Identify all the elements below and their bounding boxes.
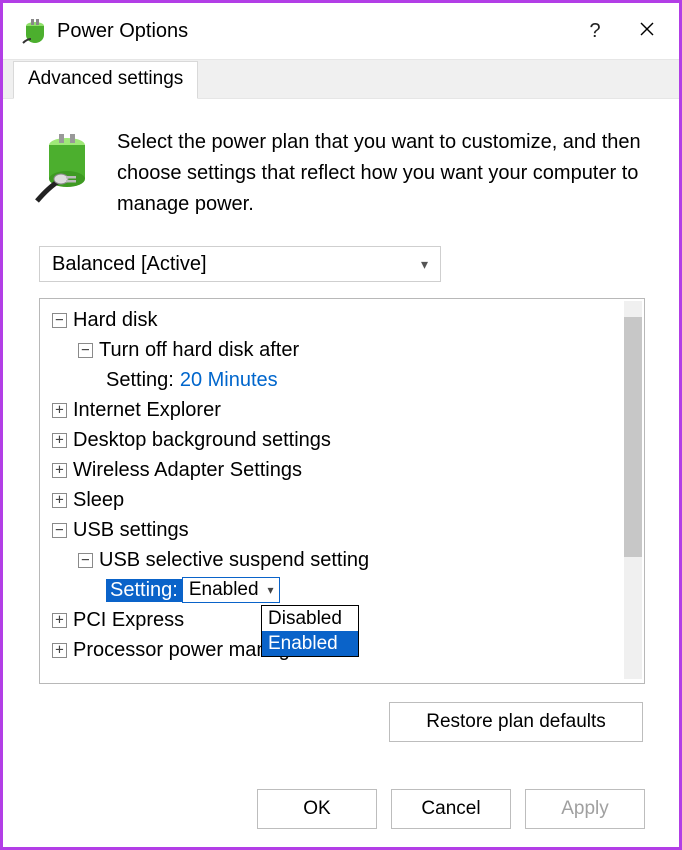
button-label: Restore plan defaults bbox=[426, 711, 606, 733]
tree-item-hard-disk[interactable]: − Hard disk bbox=[44, 305, 644, 335]
button-label: OK bbox=[303, 798, 330, 820]
power-plan-select[interactable]: Balanced [Active] ▾ bbox=[39, 246, 441, 282]
expand-icon[interactable]: + bbox=[52, 643, 67, 658]
button-label: Apply bbox=[561, 798, 609, 820]
tree-label: Internet Explorer bbox=[73, 399, 221, 422]
content-area: Select the power plan that you want to c… bbox=[3, 99, 679, 742]
window-title: Power Options bbox=[57, 20, 188, 43]
tree-item-ie[interactable]: + Internet Explorer bbox=[44, 395, 644, 425]
setting-value[interactable]: 20 Minutes bbox=[180, 369, 278, 392]
combo-value: Enabled bbox=[189, 579, 259, 601]
collapse-icon[interactable]: − bbox=[52, 523, 67, 538]
dialog-button-row: OK Cancel Apply bbox=[257, 789, 645, 829]
tree-label: PCI Express bbox=[73, 609, 184, 632]
button-label: Cancel bbox=[421, 798, 480, 820]
tree-item-wireless[interactable]: + Wireless Adapter Settings bbox=[44, 455, 644, 485]
expand-icon[interactable]: + bbox=[52, 433, 67, 448]
restore-defaults-button[interactable]: Restore plan defaults bbox=[389, 702, 643, 742]
chevron-down-icon: ▾ bbox=[268, 583, 274, 597]
ok-button[interactable]: OK bbox=[257, 789, 377, 829]
usb-setting-dropdown[interactable]: Disabled Enabled bbox=[261, 605, 359, 657]
titlebar: Power Options ? bbox=[3, 3, 679, 59]
settings-tree: − Hard disk − Turn off hard disk after S… bbox=[39, 298, 645, 684]
setting-label: Setting: bbox=[106, 369, 174, 392]
tree-item-sleep[interactable]: + Sleep bbox=[44, 485, 644, 515]
tree-label: Sleep bbox=[73, 489, 124, 512]
chevron-down-icon: ▾ bbox=[421, 256, 428, 273]
battery-plug-icon bbox=[39, 131, 95, 203]
tree-label: USB selective suspend setting bbox=[99, 549, 369, 572]
tab-strip: Advanced settings bbox=[3, 59, 679, 99]
tab-label: Advanced settings bbox=[28, 68, 183, 89]
setting-label-selected: Setting: bbox=[106, 579, 182, 602]
tree-label: Turn off hard disk after bbox=[99, 339, 299, 362]
tree-label: Wireless Adapter Settings bbox=[73, 459, 302, 482]
window-frame: Power Options ? Advanced settings bbox=[0, 0, 682, 850]
expand-icon[interactable]: + bbox=[52, 463, 67, 478]
help-icon: ? bbox=[589, 20, 600, 43]
expand-icon[interactable]: + bbox=[52, 613, 67, 628]
tree-item-hd-setting[interactable]: Setting: 20 Minutes bbox=[44, 365, 644, 395]
option-label: Disabled bbox=[268, 608, 342, 630]
tab-advanced-settings[interactable]: Advanced settings bbox=[13, 61, 198, 99]
tree-label: USB settings bbox=[73, 519, 189, 542]
close-icon bbox=[639, 20, 655, 43]
expand-icon[interactable]: + bbox=[52, 403, 67, 418]
tree-label: Desktop background settings bbox=[73, 429, 331, 452]
expand-icon[interactable]: + bbox=[52, 493, 67, 508]
usb-setting-combo[interactable]: Enabled ▾ bbox=[182, 577, 280, 603]
dropdown-option-enabled[interactable]: Enabled bbox=[262, 631, 358, 656]
power-plan-value: Balanced [Active] bbox=[52, 253, 207, 276]
apply-button[interactable]: Apply bbox=[525, 789, 645, 829]
tree-item-turn-off-hd[interactable]: − Turn off hard disk after bbox=[44, 335, 644, 365]
cancel-button[interactable]: Cancel bbox=[391, 789, 511, 829]
power-options-icon bbox=[21, 17, 49, 45]
dropdown-option-disabled[interactable]: Disabled bbox=[262, 606, 358, 631]
collapse-icon[interactable]: − bbox=[78, 343, 93, 358]
tree-label: Hard disk bbox=[73, 309, 157, 332]
scrollbar-thumb[interactable] bbox=[624, 317, 642, 557]
collapse-icon[interactable]: − bbox=[78, 553, 93, 568]
tree-item-usb-suspend[interactable]: − USB selective suspend setting bbox=[44, 545, 644, 575]
tree-item-usb-setting[interactable]: Setting: Enabled ▾ bbox=[44, 575, 644, 605]
tree-item-usb[interactable]: − USB settings bbox=[44, 515, 644, 545]
tree-item-desktop-bg[interactable]: + Desktop background settings bbox=[44, 425, 644, 455]
collapse-icon[interactable]: − bbox=[52, 313, 67, 328]
help-button[interactable]: ? bbox=[569, 11, 621, 51]
intro-text: Select the power plan that you want to c… bbox=[117, 127, 643, 220]
option-label: Enabled bbox=[268, 633, 338, 655]
close-button[interactable] bbox=[621, 11, 673, 51]
intro-row: Select the power plan that you want to c… bbox=[39, 127, 643, 220]
restore-row: Restore plan defaults bbox=[39, 702, 643, 742]
